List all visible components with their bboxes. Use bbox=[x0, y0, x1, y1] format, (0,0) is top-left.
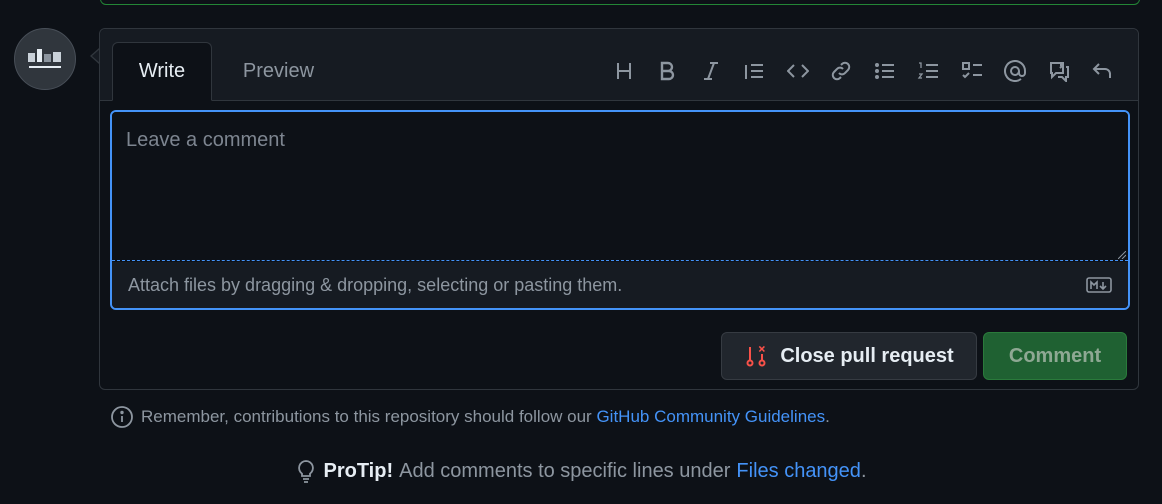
unordered-list-icon[interactable] bbox=[863, 55, 907, 87]
code-icon[interactable] bbox=[776, 55, 820, 87]
file-attachment-area[interactable]: Attach files by dragging & dropping, sel… bbox=[112, 262, 1128, 308]
tab-write[interactable]: Write bbox=[112, 42, 212, 101]
italic-icon[interactable] bbox=[689, 55, 733, 87]
protip-label: ProTip! bbox=[323, 459, 394, 482]
previous-comment-box bbox=[100, 0, 1140, 5]
comment-button-label: Comment bbox=[1008, 344, 1102, 367]
avatar[interactable] bbox=[14, 28, 76, 90]
git-pull-request-closed-icon bbox=[746, 345, 766, 367]
heading-icon[interactable] bbox=[602, 55, 646, 87]
protip-text: Add comments to specific lines under bbox=[399, 459, 731, 482]
resize-grip-icon[interactable] bbox=[1118, 251, 1126, 259]
comment-form: Write Preview Leave a comment Attach fil… bbox=[99, 28, 1139, 390]
files-changed-link[interactable]: Files changed bbox=[736, 460, 861, 482]
comment-button[interactable]: Comment bbox=[983, 332, 1127, 380]
guidelines-suffix: . bbox=[825, 407, 830, 426]
undo-icon[interactable] bbox=[1081, 55, 1125, 87]
community-guidelines-link[interactable]: GitHub Community Guidelines bbox=[596, 407, 825, 426]
comment-input[interactable] bbox=[112, 112, 1128, 261]
protip-suffix: . bbox=[860, 459, 867, 482]
guidelines-text: Remember, contributions to this reposito… bbox=[141, 407, 592, 426]
tab-preview[interactable]: Preview bbox=[226, 42, 331, 100]
markdown-icon[interactable] bbox=[1086, 277, 1112, 293]
light-bulb-icon bbox=[298, 460, 315, 483]
reference-icon[interactable] bbox=[1037, 55, 1081, 87]
mention-icon[interactable] bbox=[994, 55, 1038, 87]
protip: ProTip! Add comments to specific lines u… bbox=[0, 459, 1162, 483]
comment-editor: Attach files by dragging & dropping, sel… bbox=[110, 110, 1130, 310]
info-icon bbox=[111, 406, 133, 428]
bold-icon[interactable] bbox=[646, 55, 690, 87]
close-pull-request-label: Close pull request bbox=[780, 344, 954, 367]
close-pull-request-button[interactable]: Close pull request bbox=[721, 332, 977, 380]
editor-header: Write Preview bbox=[100, 29, 1138, 101]
guidelines-note: Remember, contributions to this reposito… bbox=[110, 405, 830, 429]
quote-icon[interactable] bbox=[733, 55, 777, 87]
avatar-image bbox=[28, 49, 61, 68]
link-icon[interactable] bbox=[820, 55, 864, 87]
attach-files-text: Attach files by dragging & dropping, sel… bbox=[128, 274, 623, 295]
task-list-icon[interactable] bbox=[950, 55, 994, 87]
ordered-list-icon[interactable] bbox=[907, 55, 951, 87]
markdown-toolbar bbox=[602, 55, 1124, 87]
